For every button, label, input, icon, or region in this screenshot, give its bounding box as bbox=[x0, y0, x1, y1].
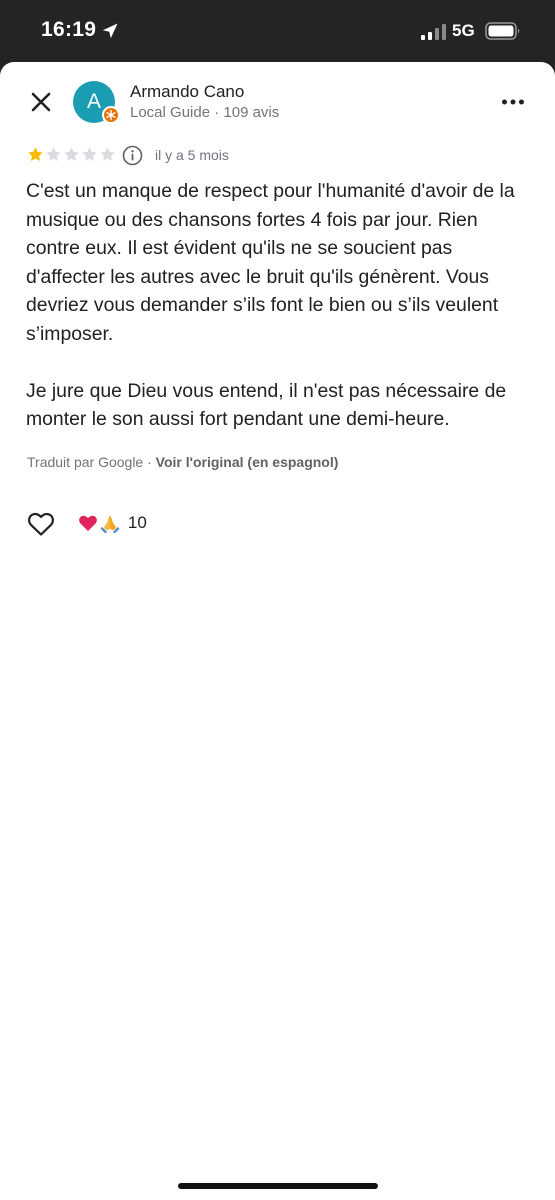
author-name[interactable]: Armando Cano bbox=[130, 82, 244, 102]
status-time: 16:19 bbox=[41, 18, 97, 41]
review-sheet: A Armando Cano Local Guide · 109 avis il… bbox=[0, 62, 555, 1200]
rating-row: il y a 5 mois bbox=[27, 145, 287, 166]
author-meta: Local Guide · 109 avis bbox=[130, 104, 280, 121]
review-paragraph: C'est un manque de respect pour l'humani… bbox=[26, 180, 515, 345]
star-empty-icon bbox=[64, 147, 79, 162]
close-icon[interactable] bbox=[27, 88, 55, 116]
translation-note: Traduit par Google · Voir l'original (en… bbox=[27, 454, 338, 470]
status-bar: 16:19 5G bbox=[0, 0, 555, 62]
more-options-icon[interactable] bbox=[500, 90, 526, 114]
review-text: C'est un manque de respect pour l'humani… bbox=[26, 177, 536, 434]
star-empty-icon bbox=[46, 147, 61, 162]
see-original-link[interactable]: Voir l'original (en espagnol) bbox=[156, 454, 339, 470]
battery-icon bbox=[485, 22, 520, 40]
location-arrow-icon bbox=[102, 23, 118, 39]
star-empty-icon bbox=[82, 147, 97, 162]
home-indicator[interactable] bbox=[178, 1183, 378, 1189]
local-guide-badge-icon bbox=[102, 106, 120, 124]
folded-hands-icon bbox=[101, 515, 120, 533]
translated-by-label: Traduit par Google · bbox=[27, 454, 156, 470]
star-empty-icon bbox=[100, 147, 115, 162]
network-type: 5G bbox=[452, 21, 475, 40]
cellular-signal-icon bbox=[421, 24, 446, 40]
review-date: il y a 5 mois bbox=[155, 147, 229, 163]
star-rating bbox=[27, 146, 116, 163]
reaction-count: 10 bbox=[127, 513, 147, 532]
heart-icon[interactable] bbox=[27, 511, 55, 537]
info-icon[interactable] bbox=[122, 145, 143, 166]
review-paragraph: Je jure que Dieu vous entend, il n'est p… bbox=[26, 379, 507, 431]
star-filled-icon bbox=[28, 147, 43, 162]
red-heart-icon bbox=[79, 515, 97, 531]
reactions-summary[interactable]: 10 bbox=[78, 513, 147, 537]
